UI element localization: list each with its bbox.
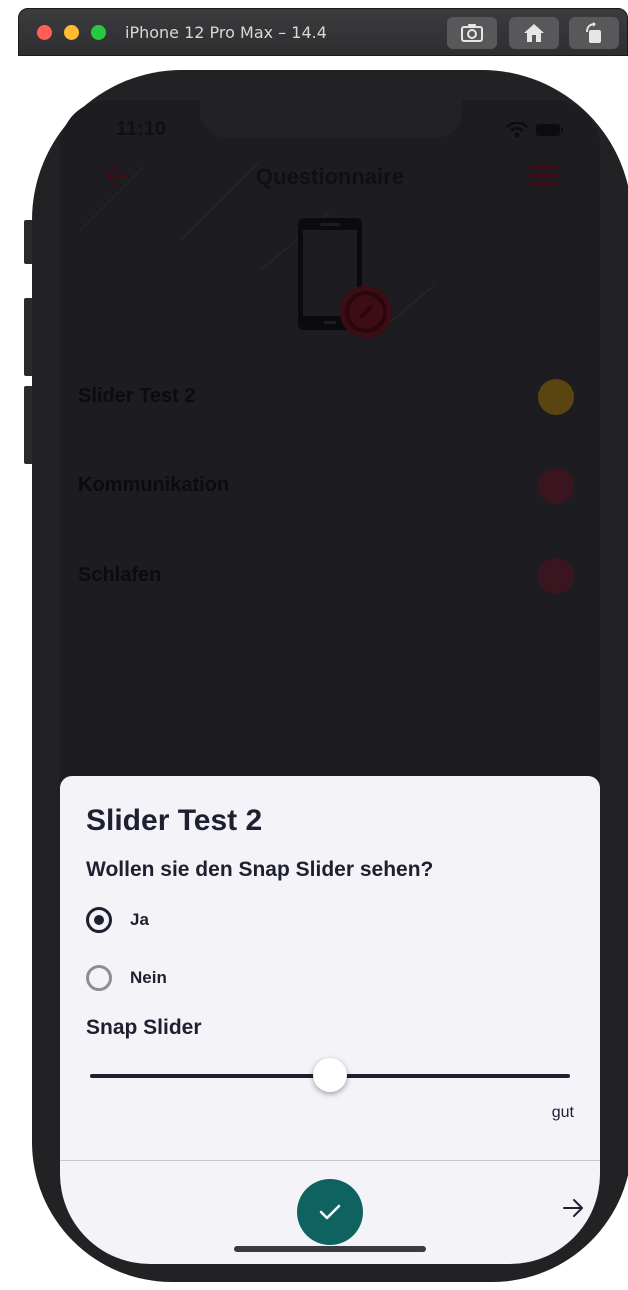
- home-indicator: [234, 1246, 426, 1252]
- next-arrow-icon[interactable]: [562, 1198, 584, 1218]
- silent-switch: [24, 220, 32, 264]
- list-item-label: Kommunikation: [78, 474, 230, 496]
- list-item[interactable]: Schlafen: [78, 556, 574, 596]
- app-header: Questionnaire: [60, 160, 600, 200]
- rotate-button[interactable]: [569, 17, 619, 49]
- list-item-label: Schlafen: [78, 564, 162, 586]
- slider-value-label: gut: [551, 1104, 574, 1121]
- zoom-window-button[interactable]: [91, 25, 106, 40]
- slider-thumb[interactable]: [313, 1058, 347, 1092]
- minimize-window-button[interactable]: [64, 25, 79, 40]
- simulator-title-bar: iPhone 12 Pro Max – 14.4: [18, 8, 628, 56]
- window-title: iPhone 12 Pro Max – 14.4: [125, 23, 327, 42]
- screenshot-button[interactable]: [447, 17, 497, 49]
- status-indicator: [538, 379, 574, 415]
- sheet-title: Slider Test 2: [86, 804, 263, 837]
- status-indicator: [538, 558, 574, 594]
- status-icons: [506, 122, 564, 138]
- sheet-divider: [60, 1160, 600, 1161]
- radio-button-selected[interactable]: [86, 907, 112, 933]
- radio-option-ja[interactable]: Ja: [86, 905, 149, 935]
- radio-option-nein[interactable]: Nein: [86, 963, 167, 993]
- device-screen: 11:10 Questionnaire Slider Test 2 Kommun…: [60, 100, 600, 1264]
- radio-label: Nein: [130, 968, 167, 987]
- radio-label: Ja: [130, 910, 149, 929]
- home-button[interactable]: [509, 17, 559, 49]
- volume-down-button: [24, 386, 32, 464]
- list-item-label: Slider Test 2: [78, 385, 196, 407]
- bottom-sheet: Slider Test 2 Wollen sie den Snap Slider…: [60, 776, 600, 1264]
- radio-button[interactable]: [86, 965, 112, 991]
- app-logo-icon: [298, 218, 392, 338]
- volume-up-button: [24, 298, 32, 376]
- status-time: 11:10: [116, 118, 167, 140]
- wifi-icon: [506, 122, 528, 138]
- list-item[interactable]: Slider Test 2: [78, 377, 574, 417]
- list-item[interactable]: Kommunikation: [78, 466, 574, 506]
- battery-icon: [536, 124, 563, 136]
- checkmark-icon: [319, 1204, 341, 1220]
- device-notch: [200, 100, 462, 138]
- close-window-button[interactable]: [37, 25, 52, 40]
- screenshot-icon: [461, 24, 483, 42]
- status-indicator: [538, 468, 574, 504]
- confirm-button[interactable]: [297, 1179, 363, 1245]
- home-icon: [524, 24, 544, 42]
- rotate-icon: [586, 22, 601, 43]
- question-text: Wollen sie den Snap Slider sehen?: [86, 858, 434, 881]
- page-title: Questionnaire: [256, 164, 404, 189]
- menu-icon[interactable]: [530, 166, 558, 186]
- slider-title: Snap Slider: [86, 1016, 202, 1039]
